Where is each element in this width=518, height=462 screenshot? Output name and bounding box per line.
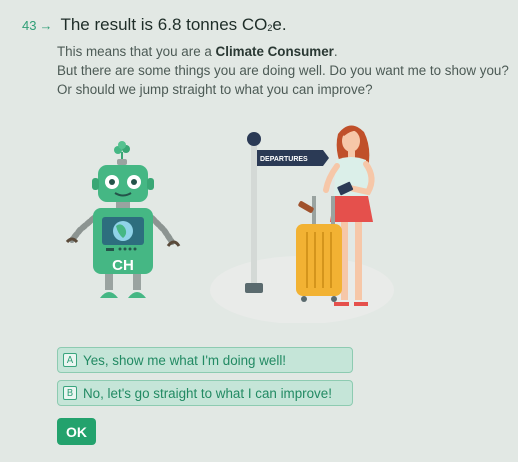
ok-button[interactable]: OK xyxy=(57,418,96,445)
result-illustration: CH DEPARTURES xyxy=(65,125,394,323)
sign-text: DEPARTURES xyxy=(260,156,308,163)
choice-key-a: A xyxy=(63,353,77,367)
description-line-3: Or should we jump straight to what you c… xyxy=(57,82,373,97)
question-title: The result is 6.8 tonnes CO2e. xyxy=(60,15,287,34)
robot-icon: CH xyxy=(65,141,181,298)
question-number: 43 xyxy=(22,17,37,33)
choice-label-a: Yes, show me what I'm doing well! xyxy=(83,352,287,368)
choice-key-b: B xyxy=(63,386,77,400)
choice-b[interactable]: B No, let's go straight to what I can im… xyxy=(57,380,353,406)
description-line-1: This means that you are a Climate Consum… xyxy=(57,44,338,59)
question-header: 43 → The result is 6.8 tonnes CO2e. xyxy=(22,15,287,35)
choice-label-b: No, let's go straight to what I can impr… xyxy=(83,385,332,401)
description-line-2: But there are some things you are doing … xyxy=(57,63,509,78)
result-category: Climate Consumer xyxy=(215,44,334,59)
robot-badge: CH xyxy=(112,257,134,274)
choice-a[interactable]: A Yes, show me what I'm doing well! xyxy=(57,347,353,373)
question-description: This means that you are a Climate Consum… xyxy=(57,42,517,99)
arrow-right-icon: → xyxy=(39,17,53,33)
